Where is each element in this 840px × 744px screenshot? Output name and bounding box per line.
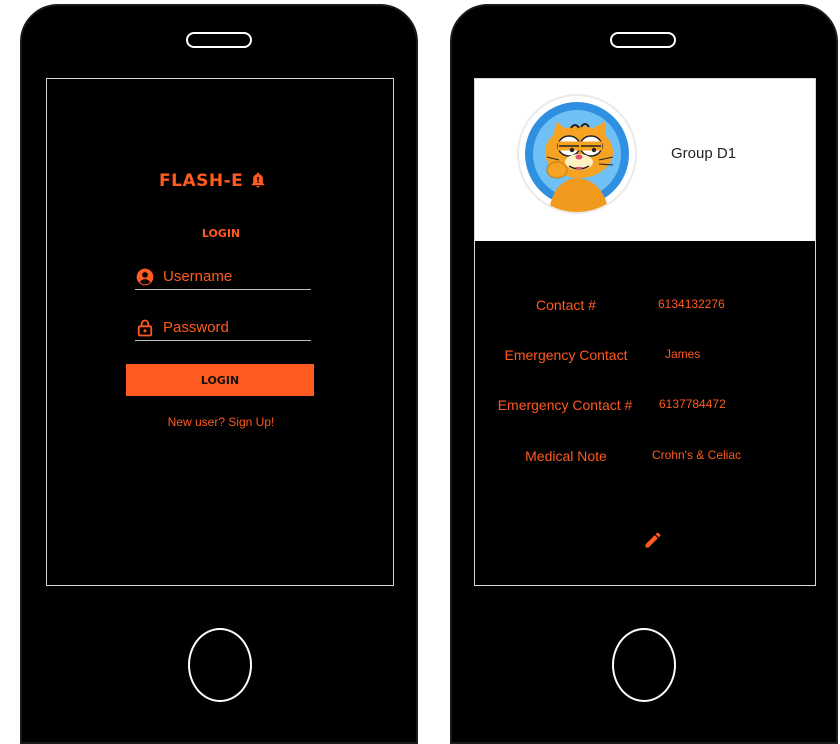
app-name: FLASH-E — [159, 171, 244, 191]
profile-screen: Group D1 Contact # 6134132276 Emergency … — [474, 78, 816, 586]
emergency-contact-label: Emergency Contact — [504, 347, 628, 363]
emergency-contact-number-label: Emergency Contact # — [497, 397, 633, 413]
emergency-contact-number-value: 6137784472 — [659, 397, 726, 411]
username-field[interactable] — [135, 265, 311, 290]
password-input[interactable] — [163, 316, 309, 338]
login-heading: LOGIN — [201, 227, 241, 240]
home-button[interactable] — [612, 628, 676, 702]
pencil-icon[interactable] — [643, 530, 663, 550]
emergency-contact-value: James — [665, 347, 701, 361]
login-screen: FLASH-E LOGIN LOGIN New user? Sign Up — [46, 78, 394, 586]
signup-link[interactable]: New user? Sign Up! — [47, 415, 393, 429]
lock-icon — [137, 319, 153, 337]
bell-icon — [251, 172, 265, 188]
phone-frame-left: FLASH-E LOGIN LOGIN New user? Sign Up — [20, 4, 418, 744]
group-name: Group D1 — [671, 145, 737, 162]
medical-note-label: Medical Note — [525, 448, 607, 464]
medical-note-value: Crohn's & Celiac — [652, 448, 741, 462]
password-field[interactable] — [135, 316, 311, 341]
home-button[interactable] — [188, 628, 252, 702]
profile-header: Group D1 — [475, 79, 815, 241]
profile-avatar[interactable] — [519, 96, 635, 212]
user-icon — [136, 268, 154, 286]
username-input[interactable] — [163, 265, 309, 287]
contact-number-value: 6134132276 — [658, 297, 725, 311]
app-logo: FLASH-E — [159, 171, 267, 191]
phone-frame-right: Group D1 Contact # 6134132276 Emergency … — [450, 4, 838, 744]
garfield-avatar — [521, 98, 633, 212]
speaker-slot — [610, 32, 676, 48]
contact-number-label: Contact # — [536, 297, 596, 313]
speaker-slot — [186, 32, 252, 48]
login-button[interactable]: LOGIN — [126, 364, 314, 396]
